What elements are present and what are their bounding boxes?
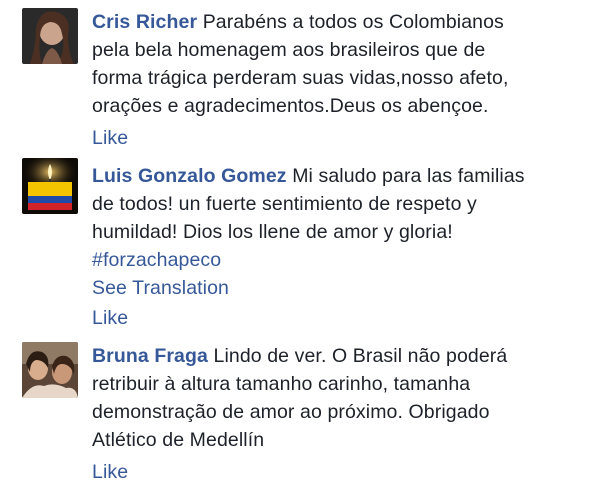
avatar[interactable] <box>22 8 78 64</box>
comment-text: forma trágica perderam suas vidas,nosso … <box>92 67 509 89</box>
comment-text: humildad! Dios los llene de amor y glori… <box>92 221 453 243</box>
people-photo-avatar-icon <box>22 342 78 398</box>
avatar[interactable] <box>22 342 78 398</box>
comment-author[interactable]: Luis Gonzalo Gomez <box>92 165 287 187</box>
comment-text: Mi saludo para las familias <box>292 165 525 187</box>
comment-text: Parabéns a todos os Colombianos <box>202 11 504 33</box>
comment-text-line: Bruna Fraga Lindo de ver. O Brasil não p… <box>92 342 592 370</box>
comment-text: pela bela homenagem aos brasileiros que … <box>92 39 486 61</box>
like-link[interactable]: Like <box>92 124 592 152</box>
comment-text-line: Cris Richer Parabéns a todos os Colombia… <box>92 8 592 36</box>
comment-author[interactable]: Cris Richer <box>92 11 197 33</box>
candle-colombia-flag-avatar-icon <box>22 158 78 214</box>
see-translation-link[interactable]: See Translation <box>92 274 592 302</box>
woman-portrait-avatar-icon <box>22 8 78 64</box>
avatar[interactable] <box>22 158 78 214</box>
comment-text: orações e agradecimentos.Deus os abençoe… <box>92 95 489 117</box>
like-link[interactable]: Like <box>92 304 592 332</box>
comment-text-line: Luis Gonzalo Gomez Mi saludo para las fa… <box>92 162 592 190</box>
comment-text: retribuir à altura tamanho carinho, tama… <box>92 373 471 395</box>
comment-text: demonstração de amor ao próximo. Obrigad… <box>92 401 490 423</box>
hashtag-link[interactable]: #forzachapeco <box>92 246 592 274</box>
comment-text: de todos! un fuerte sentimiento de respe… <box>92 193 477 215</box>
comment-text: Atlético de Medellín <box>92 429 265 451</box>
comment-author[interactable]: Bruna Fraga <box>92 345 208 367</box>
like-link[interactable]: Like <box>92 458 592 486</box>
comment-text: Lindo de ver. O Brasil não poderá <box>213 345 508 367</box>
